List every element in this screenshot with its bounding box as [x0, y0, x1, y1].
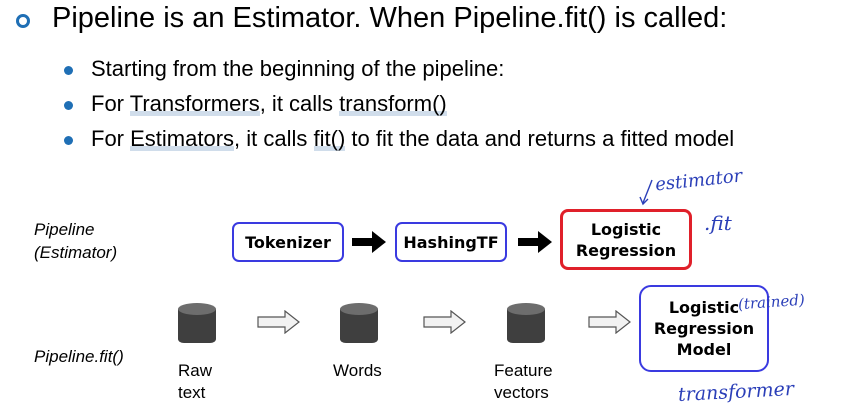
- model-line2: Regression: [653, 319, 755, 338]
- handwritten-transformer: transformer: [677, 377, 795, 407]
- tokenizer-label: Tokenizer: [245, 232, 331, 252]
- arrow-right-outline-icon: [423, 310, 466, 334]
- bullet-2-text-a: For: [91, 91, 130, 116]
- logistic-line1: Logistic: [590, 219, 662, 239]
- bullet-3-highlight-fit: fit(): [313, 126, 346, 151]
- bullet-3-text-a: For: [91, 126, 131, 151]
- words-cylinder-icon: [340, 303, 378, 343]
- bullet-icon: [64, 66, 73, 75]
- hashingtf-box: HashingTF: [395, 222, 507, 262]
- feature-caption-line2: vectors: [494, 383, 549, 402]
- slide-title: Pipeline is an Estimator. When Pipeline.…: [52, 2, 728, 34]
- logistic-regression-box: Logistic Regression: [560, 209, 692, 270]
- raw-caption-line1: Raw: [178, 361, 213, 380]
- bullet-icon: [64, 101, 73, 110]
- feature-vectors-cylinder-icon: [507, 303, 545, 343]
- raw-caption-line2: text: [178, 383, 206, 402]
- bullet-3-highlight-estimators: Estimators: [130, 126, 235, 151]
- arrow-right-icon: [518, 231, 552, 253]
- feature-caption-line1: Feature: [494, 361, 553, 380]
- pipeline-fit-label: Pipeline.fit(): [34, 347, 124, 366]
- handwritten-fit: .fit: [704, 211, 732, 235]
- words-caption: Words: [333, 361, 382, 380]
- bullet-2-highlight-transform: transform(): [339, 91, 447, 116]
- bullet-icon: [64, 136, 73, 145]
- bullet-3-text-b: , it calls: [234, 126, 314, 151]
- raw-text-cylinder-icon: [178, 303, 216, 343]
- tokenizer-box: Tokenizer: [232, 222, 344, 262]
- bullet-1: Starting from the beginning of the pipel…: [91, 56, 504, 82]
- model-line3: Model: [676, 340, 732, 359]
- title-bullet-icon: [16, 14, 30, 28]
- arrow-right-icon: [352, 231, 386, 253]
- feature-vectors-caption: Feature vectors: [494, 360, 553, 404]
- pipeline-label: Pipeline: [34, 220, 95, 239]
- raw-text-caption: Raw text: [178, 360, 212, 404]
- bullet-2-highlight-transformers: Transformers: [129, 91, 260, 116]
- arrow-right-outline-icon: [588, 310, 631, 334]
- bullet-2: For Transformers, it calls transform(): [91, 91, 447, 117]
- model-line1: Logistic: [668, 298, 740, 317]
- bullet-2-text-b: , it calls: [259, 91, 340, 116]
- estimator-label: (Estimator): [34, 243, 118, 262]
- hashingtf-label: HashingTF: [403, 232, 499, 252]
- arrow-right-outline-icon: [257, 310, 300, 334]
- handwritten-trained: (trained): [737, 290, 806, 314]
- bullet-1-text: Starting from the beginning of the pipel…: [91, 56, 505, 81]
- logistic-line2: Regression: [575, 240, 677, 260]
- bullet-3-text-c: to fit the data and returns a fitted mod…: [345, 126, 735, 151]
- handwritten-estimator: estimator: [654, 165, 744, 196]
- bullet-3: For Estimators, it calls fit() to fit th…: [91, 126, 734, 152]
